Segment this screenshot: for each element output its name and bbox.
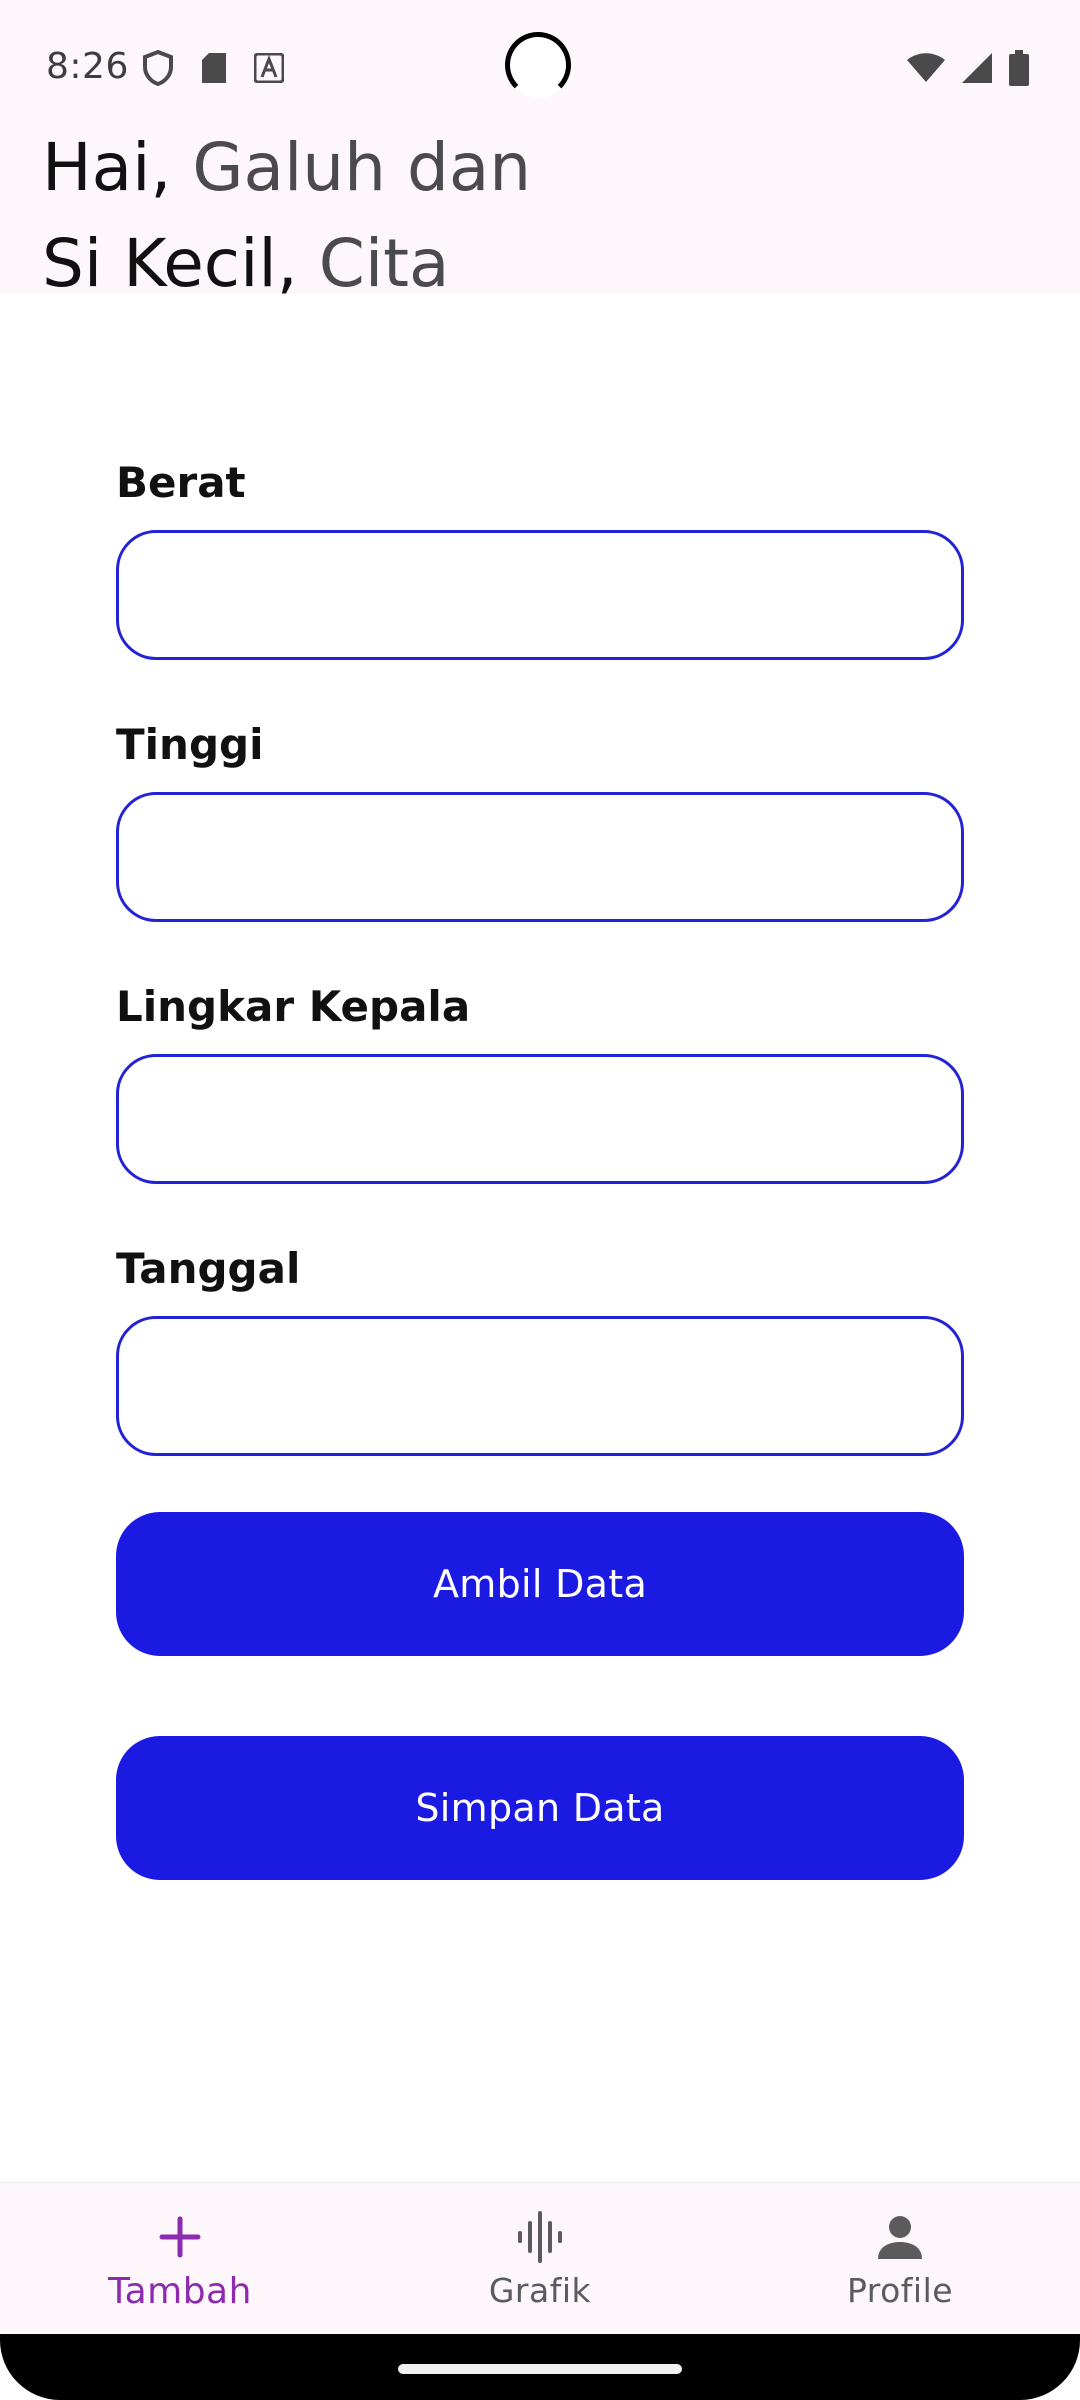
lingkar-kepala-label: Lingkar Kepala bbox=[116, 982, 471, 1031]
nav-label-profile: Profile bbox=[846, 2271, 954, 2310]
plus-icon bbox=[152, 2209, 208, 2265]
camera-cutout bbox=[505, 32, 571, 98]
home-gesture-handle[interactable] bbox=[398, 2364, 682, 2374]
lingkar-kepala-input[interactable] bbox=[116, 1054, 964, 1184]
greeting-line-2: Si Kecil, Cita bbox=[42, 222, 449, 306]
nav-label-grafik: Grafik bbox=[488, 2271, 592, 2310]
greeting-line-1: Hai, Galuh dan bbox=[42, 126, 531, 210]
child-name: Cita bbox=[318, 225, 450, 302]
tinggi-label: Tinggi bbox=[116, 720, 264, 769]
tanggal-input[interactable] bbox=[116, 1316, 964, 1456]
simpan-data-button[interactable]: Simpan Data bbox=[116, 1736, 964, 1880]
nav-label-tambah: Tambah bbox=[108, 2271, 252, 2312]
status-icons-left bbox=[142, 49, 285, 90]
waveform-icon bbox=[512, 2209, 568, 2265]
sd-card-icon bbox=[200, 51, 228, 89]
ambil-data-button[interactable]: Ambil Data bbox=[116, 1512, 964, 1656]
shield-icon bbox=[142, 49, 174, 90]
signal-icon bbox=[960, 51, 994, 89]
nav-item-grafik[interactable]: Grafik bbox=[360, 2183, 720, 2335]
nav-item-profile[interactable]: Profile bbox=[720, 2183, 1080, 2335]
battery-icon bbox=[1008, 50, 1030, 90]
status-bar: 8:26 bbox=[0, 0, 1080, 136]
berat-input[interactable] bbox=[116, 530, 964, 660]
font-a-icon bbox=[253, 52, 285, 87]
tinggi-input[interactable] bbox=[116, 792, 964, 922]
parent-name: Galuh dan bbox=[192, 129, 532, 206]
greeting-si-kecil: Si Kecil, bbox=[42, 225, 298, 302]
person-icon bbox=[872, 2209, 928, 2265]
nav-item-tambah[interactable]: Tambah bbox=[0, 2183, 360, 2335]
bottom-navigation: Tambah Grafik Profile bbox=[0, 2182, 1080, 2335]
status-time: 8:26 bbox=[46, 46, 129, 87]
wifi-icon bbox=[906, 52, 946, 88]
berat-label: Berat bbox=[116, 458, 246, 507]
status-icons-right bbox=[906, 50, 1030, 90]
tanggal-label: Tanggal bbox=[116, 1244, 301, 1293]
gesture-navigation-area bbox=[0, 2334, 1080, 2400]
greeting-header: Hai, Galuh dan Si Kecil, Cita bbox=[0, 129, 1080, 302]
app-screen: 8:26 Hai, Galuh dan Si Kecil, Cita Berat… bbox=[0, 0, 1080, 2400]
greeting-hai: Hai, bbox=[42, 129, 172, 206]
